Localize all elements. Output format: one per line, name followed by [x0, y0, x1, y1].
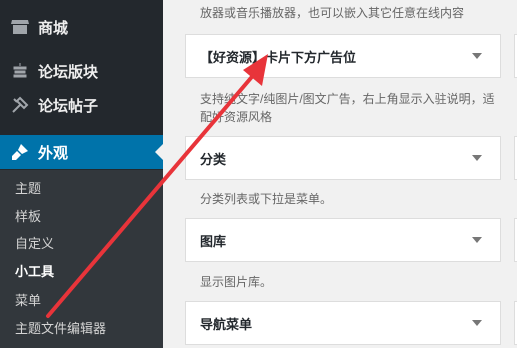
- chevron-down-icon[interactable]: [472, 53, 482, 59]
- forum-section-icon: [10, 61, 30, 81]
- appearance-submenu: 主题 样板 自定义 小工具 菜单 主题文件编辑器: [0, 170, 163, 348]
- menu-item-forum-section[interactable]: 论坛版块: [0, 54, 163, 88]
- widget-description: 支持纯文字/纯图片/图文广告，右上角显示入驻说明，适配好资源风格: [200, 92, 495, 124]
- widget-gallery[interactable]: 图库: [185, 218, 501, 262]
- menu-item-label: 论坛版块: [38, 63, 99, 81]
- chevron-down-icon[interactable]: [472, 155, 482, 161]
- widget-ad-slot[interactable]: 【好资源】卡片下方广告位: [185, 34, 501, 78]
- forum-post-icon: [10, 95, 30, 115]
- widget-nav-menu[interactable]: 导航菜单: [185, 301, 501, 345]
- widget-description: 分类列表或下拉是菜单。: [200, 192, 333, 206]
- menu-item-label: 商城: [38, 19, 69, 37]
- menu-item-label: 论坛帖子: [38, 97, 99, 115]
- widget-title: 分类: [200, 151, 227, 167]
- widget-categories[interactable]: 分类: [185, 136, 501, 180]
- paintbrush-icon: [10, 142, 30, 162]
- widget-description: 放器或音乐播放器，也可以嵌入其它任意在线内容: [200, 6, 465, 20]
- widgets-area: 放器或音乐播放器，也可以嵌入其它任意在线内容 【好资源】卡片下方广告位 支持纯文…: [163, 0, 517, 348]
- submenu-item-templates[interactable]: 样板: [15, 207, 41, 227]
- widget-title: 【好资源】卡片下方广告位: [200, 49, 357, 65]
- menu-item-label: 外观: [38, 144, 69, 162]
- submenu-item-menus[interactable]: 菜单: [15, 291, 41, 311]
- admin-sidebar: 商城 论坛版块 论坛帖子 外观 主题 样板 自定义 小工具 菜单 主题文件编辑器: [0, 0, 163, 348]
- menu-item-appearance[interactable]: 外观: [0, 135, 163, 169]
- submenu-item-customize[interactable]: 自定义: [15, 234, 54, 254]
- submenu-item-widgets[interactable]: 小工具: [15, 262, 54, 282]
- store-icon: [10, 17, 30, 37]
- submenu-item-themes[interactable]: 主题: [15, 179, 41, 199]
- menu-item-forum-post[interactable]: 论坛帖子: [0, 88, 163, 122]
- widget-description: 显示图片库。: [200, 275, 273, 289]
- chevron-down-icon[interactable]: [472, 320, 482, 326]
- widget-title: 图库: [200, 233, 227, 249]
- menu-item-store[interactable]: 商城: [0, 10, 163, 44]
- submenu-item-theme-editor[interactable]: 主题文件编辑器: [15, 319, 106, 339]
- chevron-down-icon[interactable]: [472, 237, 482, 243]
- widget-title: 导航菜单: [200, 316, 253, 332]
